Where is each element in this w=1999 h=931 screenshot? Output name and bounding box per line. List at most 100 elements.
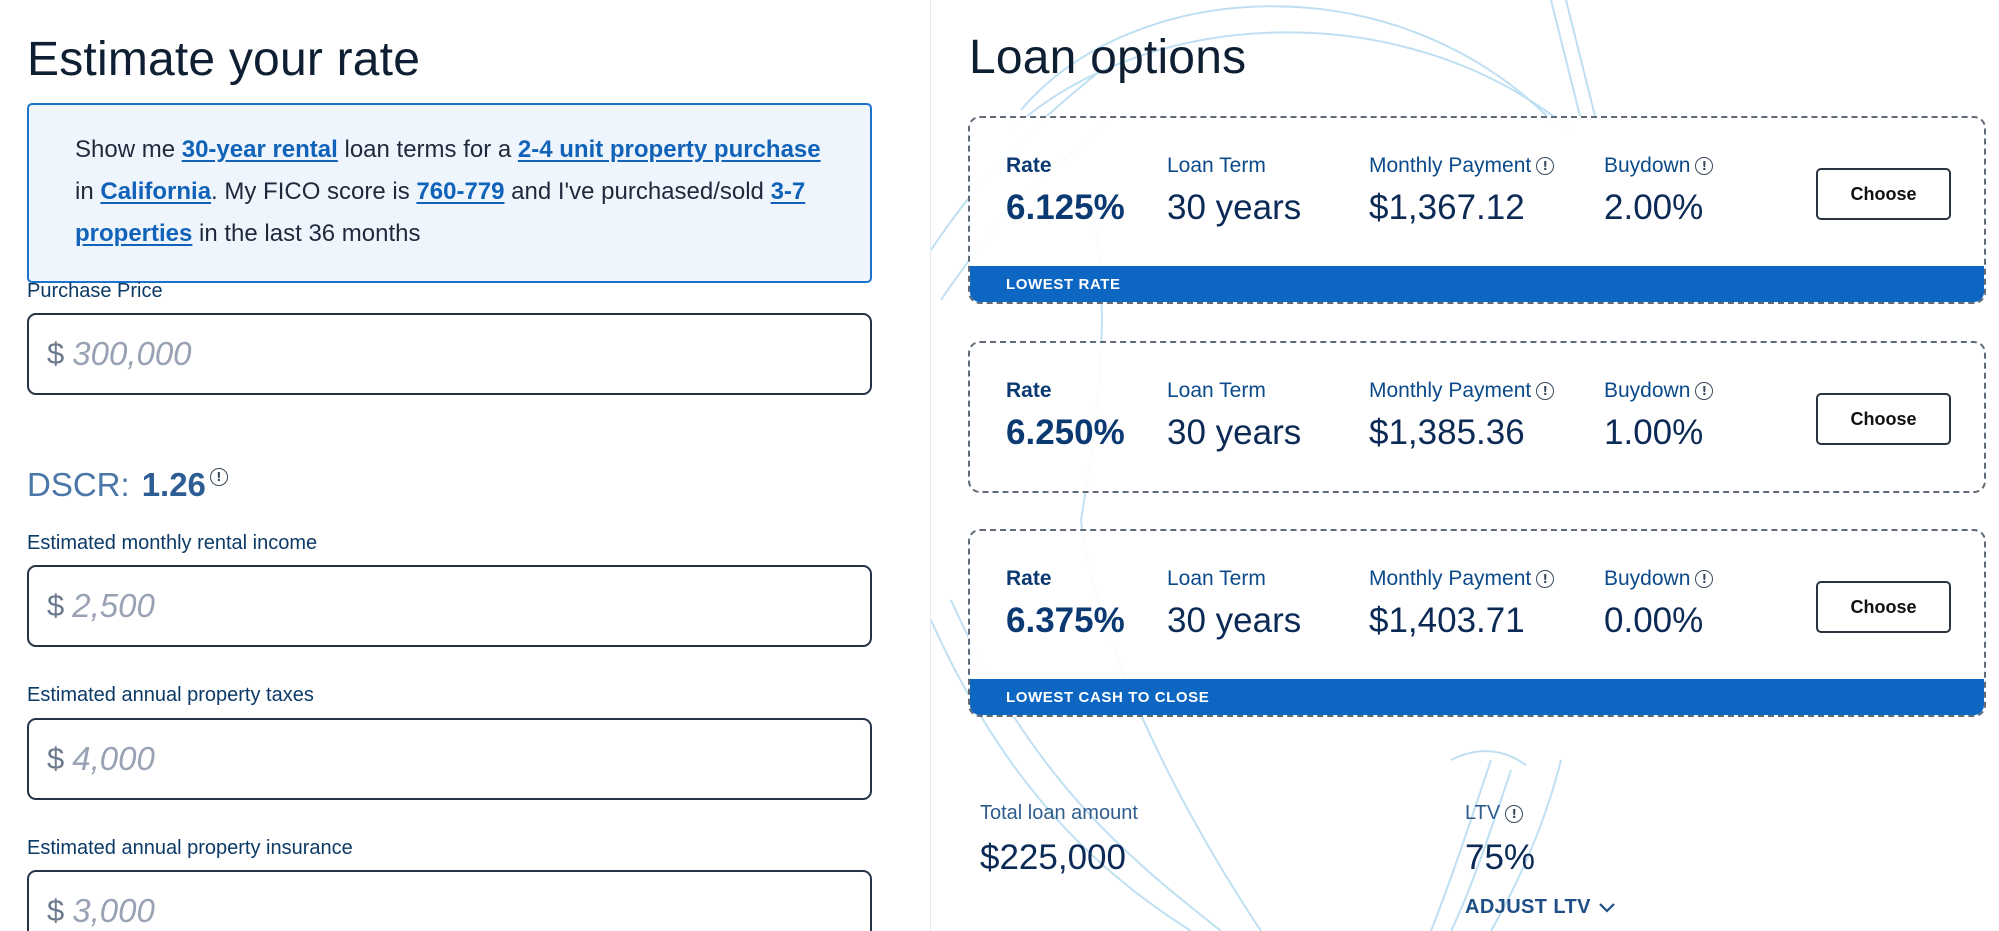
rate-column: Rate 6.125% [1006,154,1125,228]
buydown-label-text: Buydown [1604,379,1691,402]
payment-value: $1,385.36 [1369,413,1525,452]
rate-label: Rate [1006,154,1052,177]
payment-value: $1,367.12 [1369,188,1525,227]
buydown-column: Buydown! 2.00% [1604,154,1714,228]
term-label: Loan Term [1167,567,1266,590]
payment-label-text: Monthly Payment [1369,379,1532,402]
option-badge-band: LOWEST RATE [970,266,1984,302]
payment-label: Monthly Payment! [1369,567,1555,591]
total-loan-label: Total loan amount [980,802,1138,824]
rate-value: 6.375% [1006,601,1125,640]
info-circle-icon[interactable]: ! [1536,157,1555,175]
buydown-value: 0.00% [1604,601,1704,640]
ltv-label-text: LTV [1465,802,1501,824]
buydown-label: Buydown! [1604,379,1714,403]
buydown-label: Buydown! [1604,567,1714,591]
property-insurance-label: Estimated annual property insurance [27,837,353,859]
buydown-value: 1.00% [1604,413,1704,452]
currency-symbol: $ [47,588,65,623]
rate-value: 6.125% [1006,188,1125,227]
buydown-column: Buydown! 0.00% [1604,567,1714,641]
dscr-label: DSCR: [27,466,130,503]
adjust-ltv-label: ADJUST LTV [1465,896,1591,918]
info-circle-icon[interactable]: ! [1536,570,1555,588]
loan-options-panel: Loan options Rate 6.125% Loan Term 30 ye… [931,0,1999,931]
purchase-price-value: 300,000 [72,335,192,372]
payment-label-text: Monthly Payment [1369,567,1532,590]
ltv-label: LTV ! [1465,802,1524,825]
rental-income-input[interactable]: $ 2,500 [27,565,872,647]
payment-label-text: Monthly Payment [1369,154,1532,177]
term-value: 30 years [1167,601,1302,640]
payment-value: $1,403.71 [1369,601,1525,640]
state-link[interactable]: California [100,178,211,205]
info-circle-icon[interactable]: ! [1505,804,1524,823]
buydown-column: Buydown! 1.00% [1604,379,1714,453]
loan-option-card: Rate 6.375% Loan Term 30 years Monthly P… [968,529,1986,717]
choose-button[interactable]: Choose [1816,581,1951,633]
info-circle-icon[interactable]: ! [1695,157,1714,175]
summary-text: loan terms for a [337,136,518,163]
property-taxes-input[interactable]: $ 4,000 [27,718,872,800]
rate-column: Rate 6.375% [1006,567,1125,641]
rental-income-value: 2,500 [72,587,155,624]
page-title: Estimate your rate [27,33,421,86]
term-label: Loan Term [1167,154,1266,177]
option-badge-band: LOWEST CASH TO CLOSE [970,679,1984,715]
summary-text: . My FICO score is [211,178,417,205]
loan-summary-sentence: Show me 30-year rental loan terms for a … [27,103,872,283]
loan-option-card: Rate 6.250% Loan Term 30 years Monthly P… [968,341,1986,493]
rate-label: Rate [1006,567,1052,590]
term-label: Loan Term [1167,379,1266,402]
term-column: Loan Term 30 years [1167,379,1301,453]
summary-text: in [75,178,101,205]
buydown-label: Buydown! [1604,154,1714,178]
rate-estimate-panel: Estimate your rate Show me 30-year renta… [0,0,930,931]
payment-label: Monthly Payment! [1369,379,1555,403]
currency-symbol: $ [47,336,65,371]
summary-text: and I've purchased/sold [504,178,771,205]
ltv-value: 75% [1465,838,1536,877]
currency-symbol: $ [47,893,65,928]
info-circle-icon[interactable]: ! [1695,570,1714,588]
property-taxes-label: Estimated annual property taxes [27,684,314,706]
payment-column: Monthly Payment! $1,403.71 [1369,567,1555,641]
summary-text: in the last 36 months [192,220,421,247]
dscr-value: 1.26 [141,466,206,503]
rate-column: Rate 6.250% [1006,379,1125,453]
buydown-label-text: Buydown [1604,567,1691,590]
summary-text: Show me [75,136,182,163]
term-column: Loan Term 30 years [1167,567,1301,641]
property-taxes-value: 4,000 [72,740,155,777]
payment-label: Monthly Payment! [1369,154,1555,178]
info-circle-icon[interactable]: ! [1536,382,1555,400]
choose-button[interactable]: Choose [1816,393,1951,445]
payment-column: Monthly Payment! $1,367.12 [1369,154,1555,228]
chevron-down-icon [1599,902,1615,913]
term-value: 30 years [1167,413,1302,452]
loan-options-title: Loan options [969,31,1247,84]
buydown-label-text: Buydown [1604,154,1691,177]
term-value: 30 years [1167,188,1302,227]
choose-button[interactable]: Choose [1816,168,1951,220]
purchase-price-label: Purchase Price [27,280,163,302]
payment-column: Monthly Payment! $1,385.36 [1369,379,1555,453]
rental-income-label: Estimated monthly rental income [27,532,318,554]
term-column: Loan Term 30 years [1167,154,1301,228]
currency-symbol: $ [47,741,65,776]
total-loan-value: $225,000 [980,838,1126,877]
property-insurance-value: 3,000 [72,892,155,929]
rate-label: Rate [1006,379,1052,402]
dscr-display: DSCR: 1.26 ! [27,466,228,504]
loan-option-card: Rate 6.125% Loan Term 30 years Monthly P… [968,116,1986,304]
property-insurance-input[interactable]: $ 3,000 [27,870,872,931]
adjust-ltv-button[interactable]: ADJUST LTV [1465,896,1615,919]
info-circle-icon[interactable]: ! [1695,382,1714,400]
property-type-link[interactable]: 2-4 unit property purchase [518,136,821,163]
purchase-price-input[interactable]: $ 300,000 [27,313,872,395]
rate-value: 6.250% [1006,413,1125,452]
buydown-value: 2.00% [1604,188,1704,227]
fico-score-link[interactable]: 760-779 [416,178,504,205]
loan-term-link[interactable]: 30-year rental [182,136,338,163]
info-circle-icon[interactable]: ! [209,468,228,486]
